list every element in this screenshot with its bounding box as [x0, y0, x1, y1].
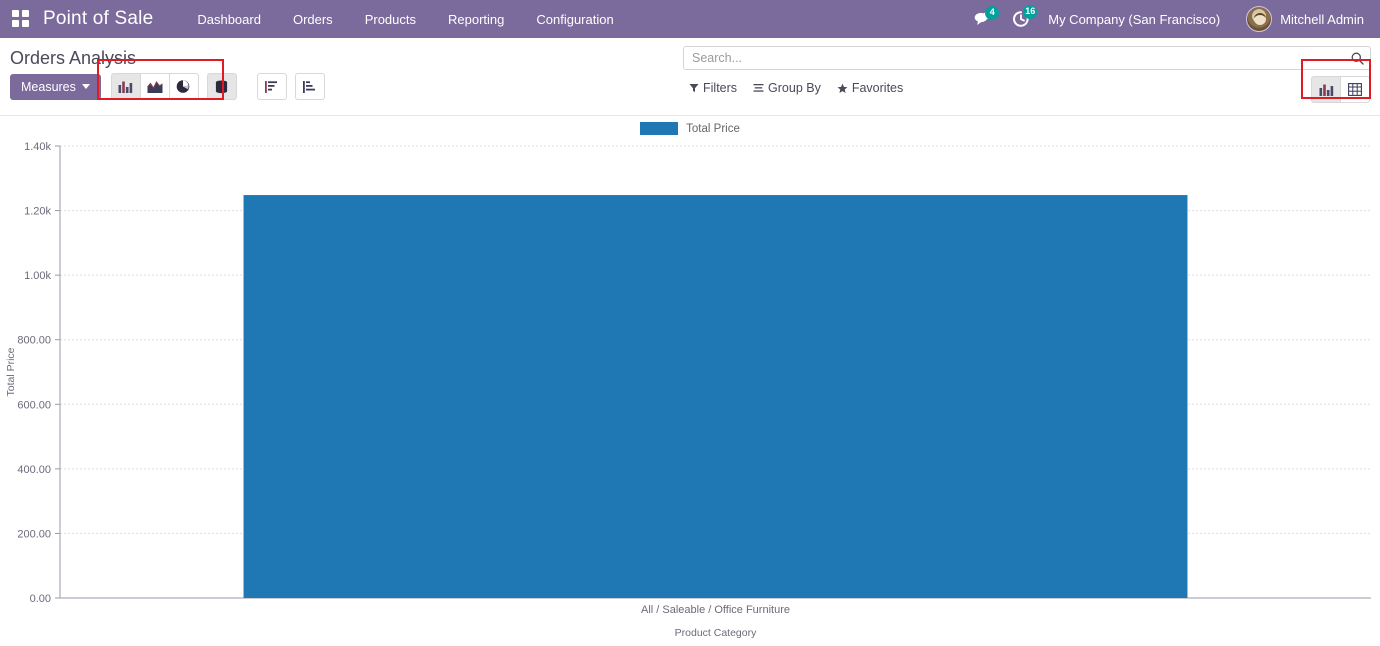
y-axis-tick-label: 1.40k	[24, 141, 51, 153]
bar-chart-icon	[1319, 83, 1334, 97]
sort-amount-desc-icon	[264, 80, 279, 94]
graph-view-button[interactable]	[1311, 76, 1341, 103]
top-navbar: Point of Sale Dashboard Orders Products …	[0, 0, 1380, 38]
company-switcher[interactable]: My Company (San Francisco)	[1048, 12, 1220, 27]
apps-grid-cell	[22, 20, 29, 27]
sort-button-group	[257, 73, 325, 100]
bar-chart-icon	[118, 80, 133, 94]
graph-view: Total Price 0.00 200.00 400.00 600.00 800.00…	[0, 116, 1380, 646]
sort-amount-asc-icon	[302, 80, 317, 94]
search-panel: Filters Group By Favorites	[683, 46, 1371, 95]
search-box[interactable]	[683, 46, 1371, 70]
bars-icon	[753, 83, 764, 93]
x-axis-tick-label: All / Saleable / Office Furniture	[641, 604, 790, 616]
menu-item-dashboard[interactable]: Dashboard	[181, 2, 277, 37]
group-by-label: Group By	[768, 81, 821, 95]
filters-label: Filters	[703, 81, 737, 95]
bar-chart-canvas[interactable]: 0.00 200.00 400.00 600.00 800.00 1.00k 1.20k 1.…	[0, 116, 1380, 646]
y-axis-tick-label: 800.00	[17, 335, 51, 347]
user-name-label: Mitchell Admin	[1280, 12, 1364, 27]
apps-grid-cell	[12, 20, 19, 27]
messages-count-badge: 4	[985, 6, 999, 20]
search-facet-buttons: Filters Group By Favorites	[683, 81, 1371, 95]
y-axis-tick-label: 0.00	[30, 593, 51, 605]
group-by-button[interactable]: Group By	[753, 81, 821, 95]
y-axis-tick-label: 200.00	[17, 528, 51, 540]
pie-chart-button[interactable]	[169, 73, 199, 100]
pie-chart-icon	[176, 79, 191, 94]
y-axis-tick-label: 1.00k	[24, 270, 51, 282]
favorites-label: Favorites	[852, 81, 903, 95]
menu-item-configuration[interactable]: Configuration	[520, 2, 629, 37]
pivot-view-button[interactable]	[1340, 76, 1370, 103]
bar-chart-button[interactable]	[111, 73, 141, 100]
bar[interactable]	[244, 195, 1188, 598]
menu-item-reporting[interactable]: Reporting	[432, 2, 520, 37]
app-brand-title[interactable]: Point of Sale	[43, 8, 153, 30]
stacked-button-group	[207, 73, 237, 100]
sort-descending-button[interactable]	[257, 73, 287, 100]
favorites-button[interactable]: Favorites	[837, 81, 903, 95]
table-grid-icon	[1348, 83, 1362, 96]
apps-grid-cell	[22, 10, 29, 17]
user-menu[interactable]: Mitchell Admin	[1246, 6, 1370, 32]
star-icon	[837, 83, 848, 94]
area-chart-icon	[147, 80, 163, 94]
menu-item-orders[interactable]: Orders	[277, 2, 349, 37]
x-axis-title: Product Category	[675, 627, 757, 639]
magnifier-icon[interactable]	[1350, 51, 1364, 65]
y-axis-title: Total Price	[5, 347, 17, 396]
apps-grid-cell	[12, 10, 19, 17]
activities-count-badge: 16	[1023, 5, 1037, 19]
apps-grid-icon[interactable]	[12, 10, 30, 28]
line-chart-button[interactable]	[140, 73, 170, 100]
navbar-right-section: 4 16 My Company (San Francisco) Mitchell…	[974, 6, 1370, 32]
user-avatar	[1246, 6, 1272, 32]
control-panel: Orders Analysis Measures	[0, 38, 1380, 116]
y-axis-tick-label: 600.00	[17, 399, 51, 411]
view-switcher	[1311, 76, 1370, 103]
measures-button[interactable]: Measures	[10, 74, 101, 100]
y-axis-tick-label: 400.00	[17, 464, 51, 476]
activities-menu[interactable]: 16	[1012, 10, 1030, 28]
filters-button[interactable]: Filters	[689, 81, 737, 95]
measures-label: Measures	[21, 80, 76, 94]
chevron-down-icon	[82, 84, 90, 89]
menu-item-products[interactable]: Products	[349, 2, 432, 37]
sort-ascending-button[interactable]	[295, 73, 325, 100]
main-menu: Dashboard Orders Products Reporting Conf…	[181, 2, 629, 37]
stacked-bars-icon	[214, 80, 229, 94]
stacked-button[interactable]	[207, 73, 237, 100]
y-axis-tick-label: 1.20k	[24, 206, 51, 218]
search-input[interactable]	[692, 51, 1350, 65]
chart-type-button-group	[111, 73, 199, 100]
messages-menu[interactable]: 4	[974, 11, 994, 27]
funnel-icon	[689, 83, 699, 93]
